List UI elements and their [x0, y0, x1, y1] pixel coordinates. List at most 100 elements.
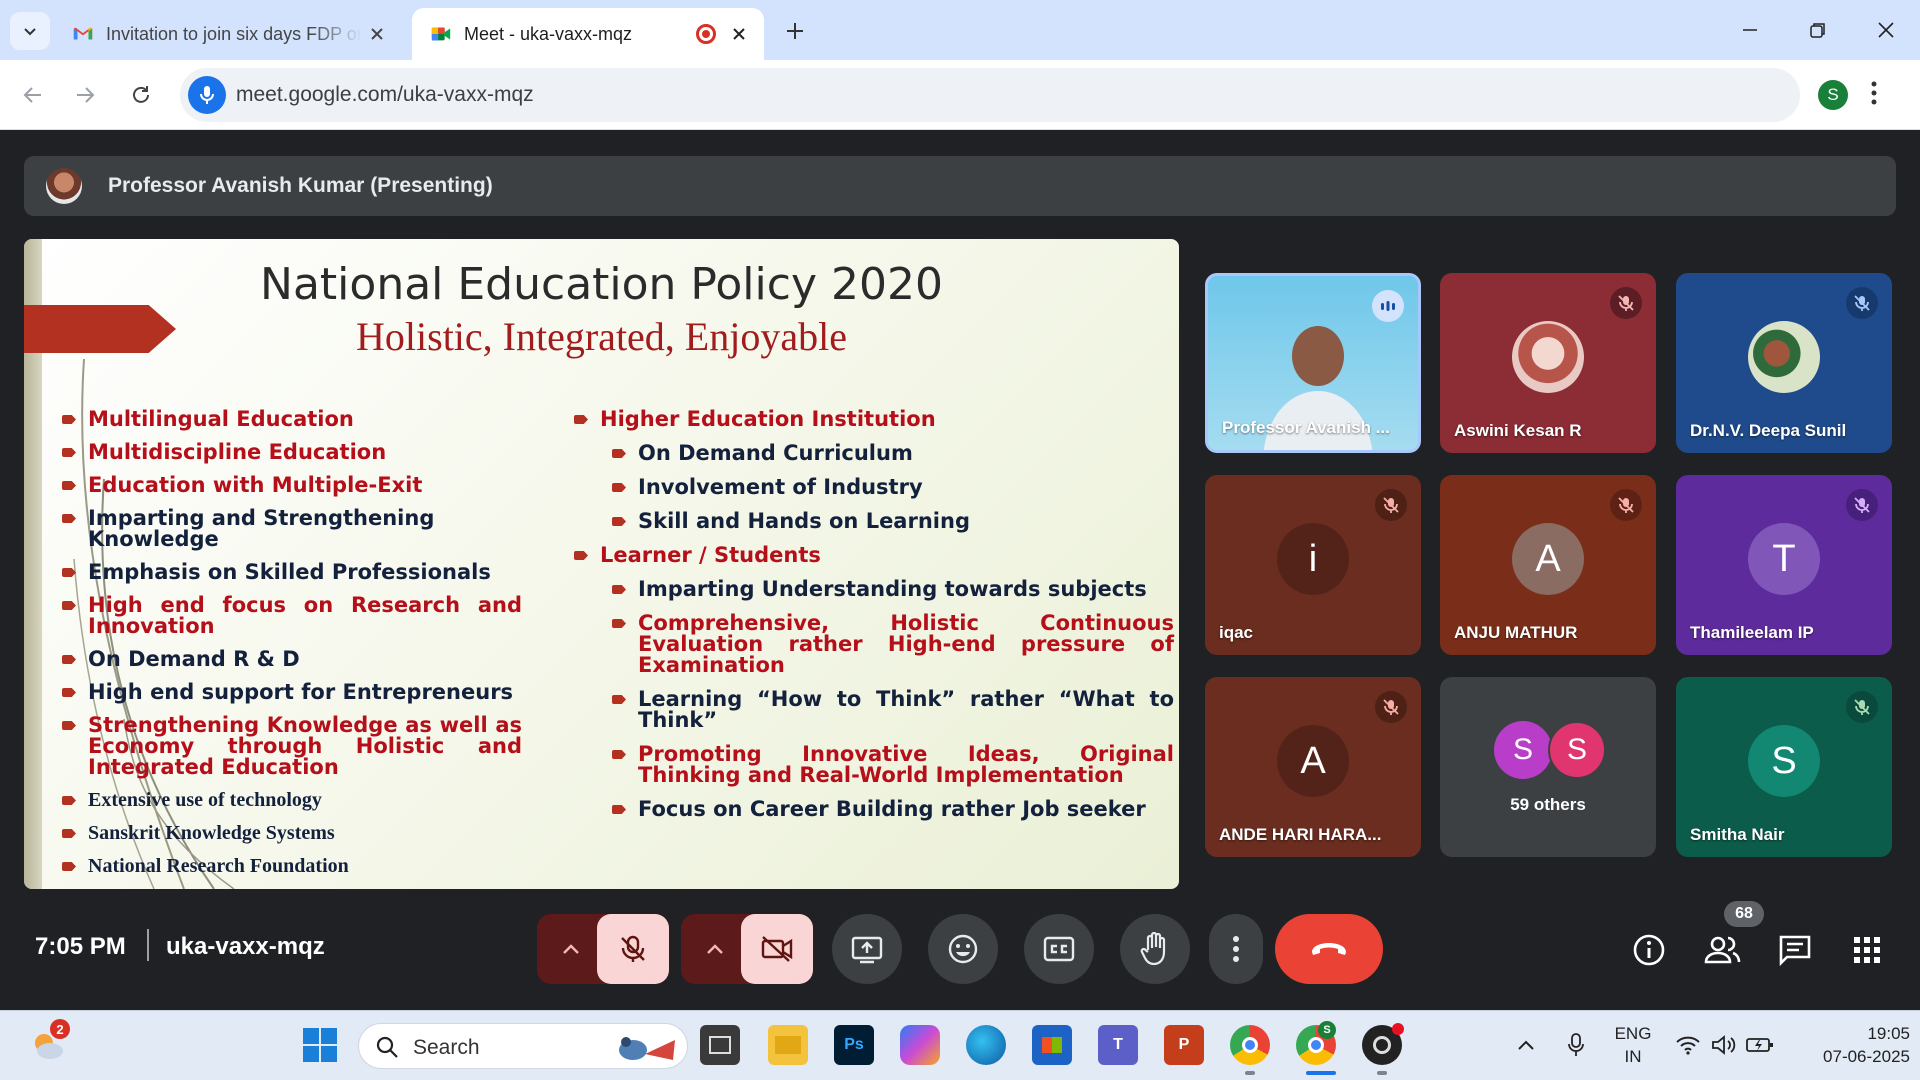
toggle-camera-button[interactable] — [741, 914, 813, 984]
participant-tile[interactable]: i iqac — [1205, 475, 1421, 655]
profile-avatar[interactable]: S — [1818, 80, 1848, 110]
participant-name: ANDE HARI HARA... — [1219, 825, 1382, 844]
browser-menu-icon[interactable] — [1870, 78, 1878, 113]
mic-off-icon — [1375, 489, 1407, 521]
tab-search-button[interactable] — [10, 12, 50, 50]
participant-tile-presenter[interactable]: Professor Avanish ... — [1205, 273, 1421, 453]
plus-icon — [787, 23, 803, 39]
taskbar-app-task-view[interactable] — [700, 1025, 740, 1065]
speaker-icon — [1712, 1035, 1736, 1055]
toggle-microphone-button[interactable] — [597, 914, 669, 984]
google-meet-icon — [431, 27, 451, 41]
participant-name: Smitha Nair — [1690, 825, 1785, 844]
others-tile[interactable]: S S 59 others — [1440, 677, 1656, 857]
slide-bullet: Emphasis on Skilled Professionals — [62, 562, 522, 583]
speaking-indicator-icon — [1372, 290, 1404, 322]
participant-tile[interactable]: T Thamileelam IP — [1676, 475, 1892, 655]
search-label: Search — [413, 1036, 480, 1059]
volume-button[interactable] — [1704, 1025, 1744, 1065]
arrow-right-icon — [77, 87, 95, 103]
restore-button[interactable] — [1796, 10, 1840, 50]
participant-tile[interactable]: A ANJU MATHUR — [1440, 475, 1656, 655]
weather-widget[interactable]: 2 — [28, 1019, 70, 1065]
reload-button[interactable] — [120, 74, 162, 116]
new-tab-button[interactable] — [778, 14, 812, 48]
tab-meet[interactable]: Meet - uka-vaxx-mqz — [412, 8, 764, 60]
people-button[interactable] — [1700, 928, 1744, 972]
chrome-icon — [1242, 1037, 1258, 1053]
taskbar-app-store[interactable] — [1032, 1025, 1072, 1065]
close-tab-icon[interactable] — [724, 19, 754, 49]
tab-title: Meet - uka-vaxx-mqz — [464, 23, 633, 44]
microphone-tray-button[interactable] — [1556, 1025, 1596, 1065]
meeting-code: uka-vaxx-mqz — [166, 933, 325, 960]
microphone-icon — [1568, 1033, 1584, 1056]
captions-button[interactable] — [1024, 914, 1094, 984]
leave-call-button[interactable] — [1275, 914, 1383, 984]
slide-heading: Learner / Students — [574, 545, 1174, 566]
tab-gmail[interactable]: Invitation to join six days FDP on — [62, 8, 402, 60]
reactions-button[interactable] — [928, 914, 998, 984]
chevron-up-icon — [1518, 1040, 1534, 1050]
mic-off-icon — [1610, 489, 1642, 521]
slide-bullet: High end focus on Research and Innovatio… — [62, 595, 522, 637]
info-icon — [1633, 934, 1665, 966]
close-tab-icon[interactable] — [362, 19, 392, 49]
meeting-details-button[interactable] — [1627, 928, 1671, 972]
activities-button[interactable] — [1845, 928, 1889, 972]
video-settings-button[interactable] — [691, 914, 739, 984]
browser-toolbar: meet.google.com/uka-vaxx-mqz S — [0, 60, 1920, 130]
url-text: meet.google.com/uka-vaxx-mqz — [236, 83, 534, 106]
taskbar-app-photoshop[interactable]: Ps — [834, 1025, 874, 1065]
powerpoint-icon: P — [1178, 1036, 1190, 1053]
participant-tile[interactable]: Aswini Kesan R — [1440, 273, 1656, 453]
microphone-in-use-icon[interactable] — [188, 76, 226, 114]
taskbar-app-edge[interactable] — [966, 1025, 1006, 1065]
slide-bullet: Imparting Understanding towards subjects — [612, 579, 1174, 600]
network-button[interactable] — [1668, 1025, 1708, 1065]
slide-bullet: Extensive use of technology — [62, 790, 522, 811]
close-window-button[interactable] — [1864, 10, 1908, 50]
raise-hand-button[interactable] — [1120, 914, 1190, 984]
emoji-icon — [948, 934, 978, 964]
taskbar-app-teams[interactable]: T — [1098, 1025, 1138, 1065]
audio-settings-button[interactable] — [547, 914, 595, 984]
minimize-button[interactable] — [1728, 10, 1772, 50]
show-hidden-icons-button[interactable] — [1506, 1025, 1546, 1065]
running-indicator — [1377, 1071, 1387, 1075]
participant-tile[interactable]: S Smitha Nair — [1676, 677, 1892, 857]
taskbar-app-chrome[interactable] — [1230, 1025, 1270, 1065]
presenter-avatar — [46, 168, 82, 204]
more-vert-icon — [1233, 936, 1239, 962]
taskbar-app-copilot[interactable] — [900, 1025, 940, 1065]
slide-bullet: Sanskrit Knowledge Systems — [62, 823, 522, 844]
slide-bullet: Involvement of Industry — [612, 477, 1174, 498]
participant-tile[interactable]: Dr.N.V. Deepa Sunil — [1676, 273, 1892, 453]
more-options-button[interactable] — [1209, 914, 1263, 984]
address-bar[interactable]: meet.google.com/uka-vaxx-mqz — [180, 68, 1800, 122]
taskbar-app-obs[interactable] — [1362, 1023, 1404, 1065]
battery-button[interactable] — [1740, 1025, 1780, 1065]
camera-control-group — [681, 914, 813, 984]
participant-tile[interactable]: A ANDE HARI HARA... — [1205, 677, 1421, 857]
slide-bullet: Comprehensive, Holistic Continuous Evalu… — [612, 613, 1174, 676]
taskbar-search[interactable]: Search — [358, 1023, 688, 1069]
present-screen-button[interactable] — [832, 914, 902, 984]
forward-button[interactable] — [64, 74, 106, 116]
mic-off-icon — [1846, 691, 1878, 723]
others-count-label: 59 others — [1510, 795, 1586, 814]
back-button[interactable] — [12, 74, 54, 116]
slide-bullet: National Research Foundation — [62, 856, 522, 877]
meet-stage: Professor Avanish Kumar (Presenting) Nat… — [0, 131, 1920, 1009]
taskbar-clock[interactable]: 19:05 — [1790, 1024, 1910, 1044]
language-code[interactable]: ENG — [1608, 1024, 1658, 1044]
taskbar-app-file-explorer[interactable] — [768, 1025, 808, 1065]
taskbar-app-powerpoint[interactable]: P — [1164, 1025, 1204, 1065]
slide-bullet: On Demand Curriculum — [612, 443, 1174, 464]
profile-badge: S — [1318, 1021, 1336, 1039]
reload-icon — [133, 86, 149, 103]
chat-button[interactable] — [1773, 928, 1817, 972]
presenting-banner: Professor Avanish Kumar (Presenting) — [24, 156, 1896, 216]
start-button[interactable] — [300, 1025, 340, 1065]
taskbar-app-chrome-profile[interactable]: S — [1296, 1021, 1336, 1065]
